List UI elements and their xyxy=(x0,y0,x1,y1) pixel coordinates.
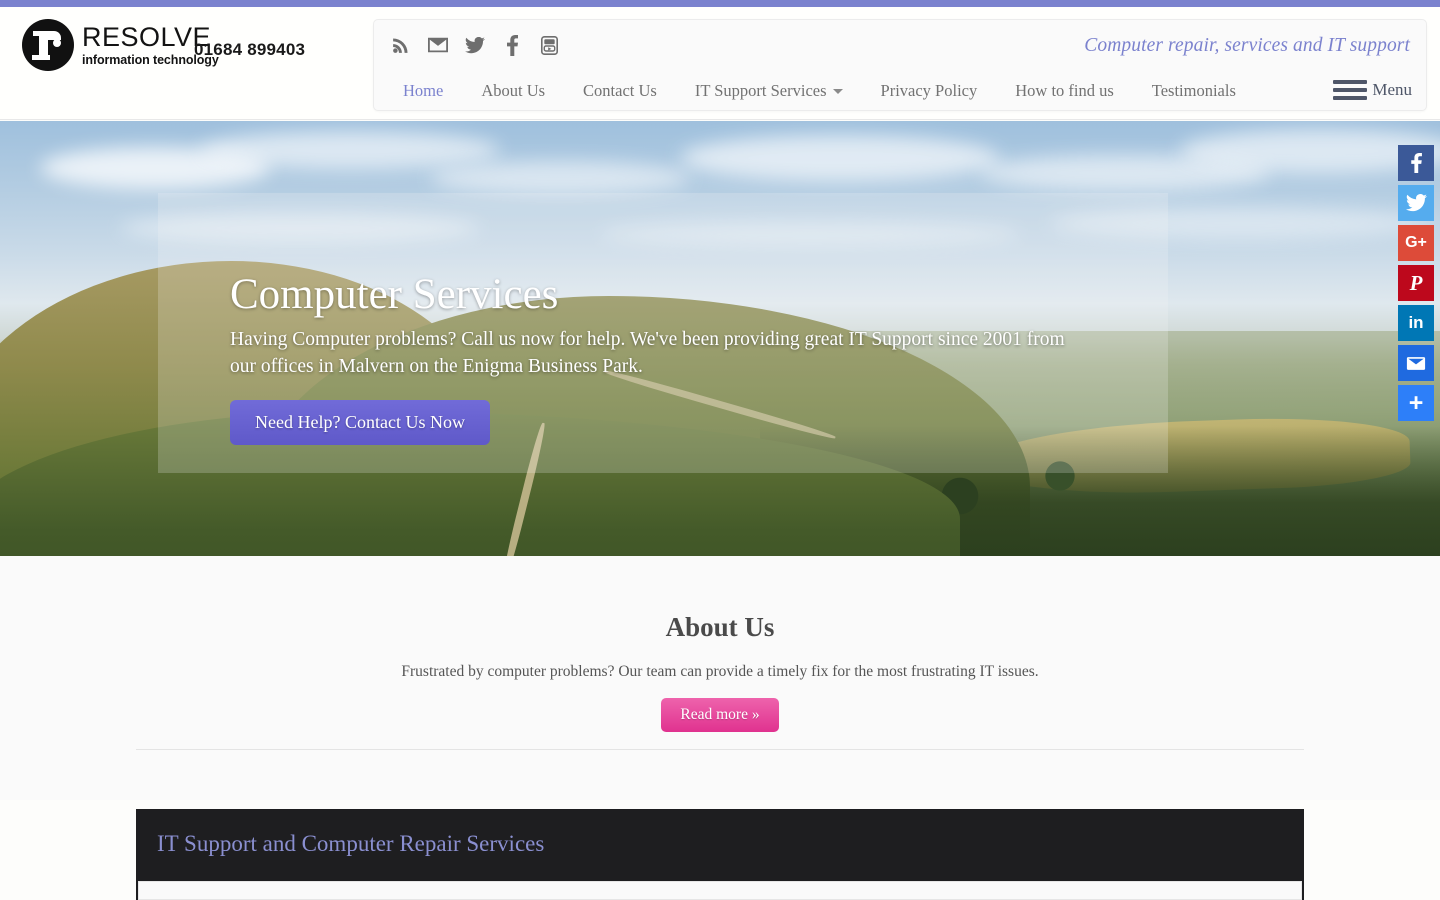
nav-item-testimonials[interactable]: Testimonials xyxy=(1133,75,1255,107)
resolve-logo-icon xyxy=(22,19,74,71)
header-tagline: Computer repair, services and IT support xyxy=(1084,35,1410,57)
twitter-share-button[interactable] xyxy=(1398,185,1434,221)
site-header: RESOLVE information technology 01684 899… xyxy=(0,7,1440,120)
hero-banner: Computer Services Having Computer proble… xyxy=(0,121,1440,556)
hero-subtitle: Having Computer problems? Call us now fo… xyxy=(230,327,1080,380)
nav-item-privacy-policy[interactable]: Privacy Policy xyxy=(862,75,997,107)
page-root: RESOLVE information technology 01684 899… xyxy=(0,0,1440,900)
services-panel-body xyxy=(138,881,1302,900)
pinterest-share-button[interactable]: P xyxy=(1398,265,1434,301)
about-title: About Us xyxy=(0,612,1440,643)
rss-icon[interactable] xyxy=(391,34,411,56)
hero-title: Computer Services xyxy=(230,271,1110,318)
nav-item-home[interactable]: Home xyxy=(384,75,462,107)
nav-item-about-us[interactable]: About Us xyxy=(462,75,564,107)
top-accent-bar xyxy=(0,0,1440,7)
hero-content: Computer Services Having Computer proble… xyxy=(230,271,1110,445)
facebook-icon[interactable] xyxy=(502,34,522,56)
social-share-rail: G+ P in + xyxy=(1398,145,1436,425)
youtube-icon[interactable] xyxy=(539,34,559,56)
social-links xyxy=(391,34,559,56)
more-share-button[interactable]: + xyxy=(1398,385,1434,421)
nav-item-it-support-services[interactable]: IT Support Services xyxy=(676,75,862,107)
nav-item-how-to-find-us[interactable]: How to find us xyxy=(996,75,1133,107)
hamburger-icon xyxy=(1333,80,1367,100)
navigation-card: Computer repair, services and IT support… xyxy=(373,19,1427,111)
phone-number[interactable]: 01684 899403 xyxy=(194,40,305,60)
email-icon[interactable] xyxy=(428,34,448,56)
about-text: Frustrated by computer problems? Our tea… xyxy=(0,663,1440,681)
facebook-share-button[interactable] xyxy=(1398,145,1434,181)
services-panel-title: IT Support and Computer Repair Services xyxy=(157,831,544,857)
site-logo[interactable]: RESOLVE information technology xyxy=(22,19,219,71)
linkedin-share-button[interactable]: in xyxy=(1398,305,1434,341)
twitter-icon[interactable] xyxy=(465,34,485,56)
chevron-down-icon xyxy=(833,89,843,94)
menu-toggle-button[interactable]: Menu xyxy=(1333,80,1412,100)
services-panel: IT Support and Computer Repair Services xyxy=(136,809,1304,900)
menu-toggle-label: Menu xyxy=(1372,80,1412,100)
googleplus-share-button[interactable]: G+ xyxy=(1398,225,1434,261)
main-navigation: Home About Us Contact Us IT Support Serv… xyxy=(384,75,1255,107)
about-section: About Us Frustrated by computer problems… xyxy=(0,556,1440,800)
section-divider xyxy=(136,749,1304,750)
nav-item-it-support-services-label: IT Support Services xyxy=(695,81,827,100)
nav-item-contact-us[interactable]: Contact Us xyxy=(564,75,676,107)
email-share-button[interactable] xyxy=(1398,345,1434,381)
about-read-more-button[interactable]: Read more » xyxy=(661,698,778,732)
hero-cta-button[interactable]: Need Help? Contact Us Now xyxy=(230,400,490,445)
